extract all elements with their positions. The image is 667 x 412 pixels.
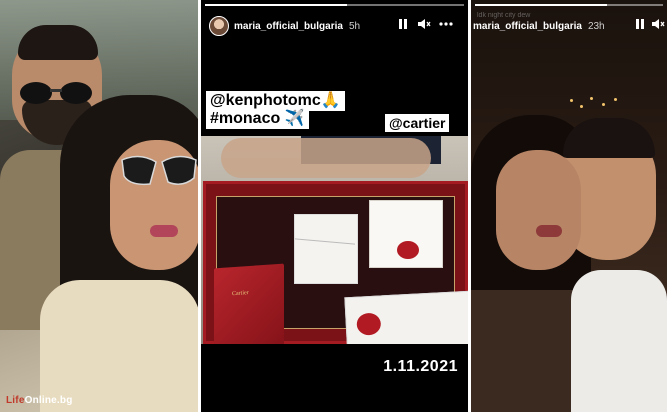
- box-logo: Cartier: [232, 290, 249, 298]
- story-time: 23h: [587, 20, 605, 32]
- cartier-gift-photo: Cartier: [201, 136, 468, 344]
- white-envelope: [294, 214, 358, 284]
- story-right[interactable]: ldk night city dew maria_official_bulgar…: [471, 0, 667, 412]
- story-time: 5h: [348, 20, 361, 32]
- red-tray: Cartier: [203, 181, 468, 344]
- story-username[interactable]: maria_official_bulgaria: [473, 21, 582, 32]
- wax-seal: [397, 241, 419, 259]
- story-username[interactable]: maria_official_bulgaria: [234, 21, 343, 32]
- woman-face: [496, 150, 581, 270]
- hashtag-monaco[interactable]: #monaco ✈️: [206, 109, 309, 130]
- pause-icon[interactable]: [635, 18, 645, 30]
- watermark-domain: Online.bg: [24, 395, 73, 406]
- sunglasses-man: [20, 82, 92, 104]
- sunglasses-woman: [121, 155, 197, 186]
- hands: [221, 138, 431, 178]
- lips: [536, 225, 562, 237]
- red-jewelry-box: Cartier: [214, 263, 284, 344]
- pause-icon[interactable]: [398, 18, 408, 30]
- woman-dress: [471, 290, 581, 412]
- story-middle[interactable]: maria_official_bulgaria 5h @kenphotomc🙏 …: [201, 0, 468, 412]
- selfie-photo-left: LifeOnline.bg: [0, 0, 198, 412]
- woman-dress: [40, 280, 198, 412]
- avatar[interactable]: [209, 16, 229, 36]
- watermark-brand: Life: [6, 395, 25, 406]
- man-hair: [563, 118, 655, 158]
- wax-seal: [356, 312, 382, 336]
- man-shirt: [571, 270, 667, 412]
- lips: [150, 225, 178, 237]
- city-lights: [566, 95, 626, 115]
- man-hair: [18, 25, 98, 60]
- wrapped-gift: [369, 200, 443, 268]
- watermark-logo: LifeOnline.bg: [6, 395, 73, 406]
- mute-icon[interactable]: [417, 18, 431, 30]
- story-date: 1.11.2021: [383, 358, 458, 375]
- mention-tag-cartier[interactable]: @cartier: [385, 114, 450, 133]
- sealed-envelope: [344, 290, 468, 344]
- mute-icon[interactable]: [651, 18, 665, 30]
- more-icon[interactable]: [439, 18, 453, 30]
